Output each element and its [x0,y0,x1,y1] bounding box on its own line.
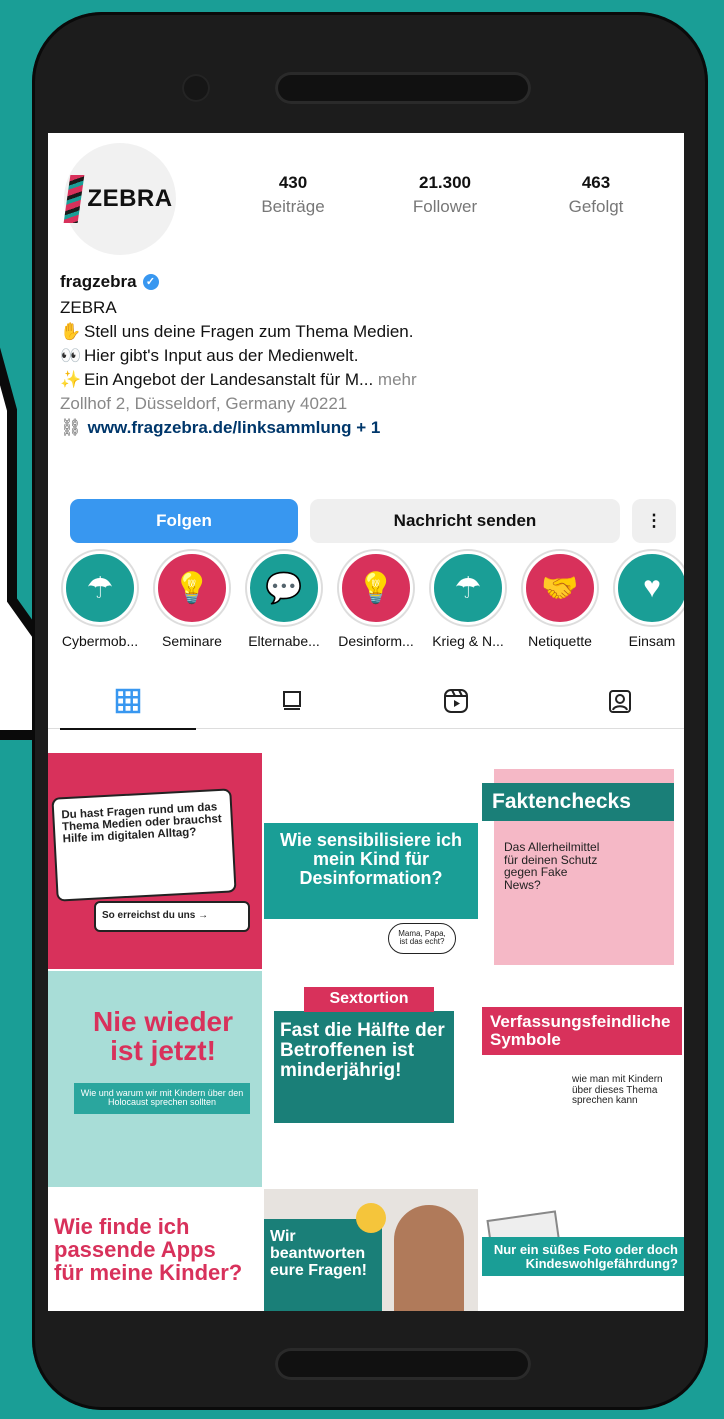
tab-feed[interactable] [274,683,310,719]
post-4-subtitle: Wie und warum wir mit Kindern über den H… [74,1083,250,1114]
post-2-title: Wie sensibilisiere ich mein Kind für Des… [280,830,462,888]
highlight-label: Cybermob... [61,633,139,649]
avatar[interactable]: ZEBRA [64,143,176,255]
post-4-title: Nie wieder ist jetzt! [92,1006,234,1067]
post-5-subtitle: Fast die Hälfte der Betroffenen ist mind… [280,1020,445,1081]
home-button[interactable] [275,1348,531,1380]
stat-posts[interactable]: 430 Beiträge [223,173,363,217]
profile-action-buttons: Folgen Nachricht senden ⋮ [70,499,676,543]
post-5-title: Sextortion [304,987,434,1012]
post-3-title: Faktenchecks [482,783,674,822]
bio-line-1-text: Stell uns deine Fragen zum Thema Medien. [84,322,414,341]
handshake-icon: 🤝 [523,551,597,625]
profile-bio: fragzebra ✓ ZEBRA ✋ Stell uns deine Frage… [60,271,670,441]
avatar-logo-text: ZEBRA [87,185,173,212]
profile-link[interactable]: ⛓ www.fragzebra.de/linksammlung + 1 [60,417,670,439]
stat-posts-label: Beiträge [261,197,325,216]
highlight-label: Desinform... [338,633,414,649]
posts-grid: Du hast Fragen rund um das Thema Medien … [48,753,684,1311]
post-3[interactable]: Faktenchecks Das Allerheilmittel für dei… [480,753,684,969]
post-9[interactable]: Nur ein süßes Foto oder doch Kindeswohlg… [480,1189,684,1311]
stat-followers-label: Follower [412,197,478,216]
bio-line-2-text: Hier gibt's Input aus der Medienwelt. [84,346,359,365]
highlight-seminare[interactable]: 💡 Seminare [146,551,238,649]
zebra-logo-icon [64,175,85,223]
feed-icon [283,691,301,710]
sparkle-icon: ✨ [60,370,82,389]
post-3-subtitle: Das Allerheilmittel für deinen Schutz ge… [504,840,600,892]
link-icon: ⛓ [60,418,82,437]
earpiece-speaker [275,72,531,104]
stat-followers-value: 21.300 [419,173,471,192]
grid-icon [115,688,141,714]
post-6-subtitle: wie man mit Kindern über dieses Thema sp… [572,1074,663,1106]
highlight-label: Netiquette [528,633,592,649]
post-8[interactable]: Wir beantworten eure Fragen! [264,1189,478,1311]
stat-following-value: 463 [581,173,611,192]
bio-line-1: ✋ Stell uns deine Fragen zum Thema Medien… [60,321,670,343]
post-4[interactable]: Nie wieder ist jetzt! Wie und warum wir … [48,971,262,1187]
post-2-subtitle: Mama, Papa, ist das echt? [388,923,456,954]
tab-reels[interactable] [438,683,474,719]
reels-icon [444,689,468,713]
highlight-krieg[interactable]: ☂ Krieg & N... [422,551,514,649]
highlight-label: Seminare [162,633,222,649]
front-camera [182,74,210,102]
post-9-title: Nur ein süßes Foto oder doch Kindeswohlg… [482,1237,684,1277]
send-message-button[interactable]: Nachricht senden [310,499,620,543]
highlight-desinformation[interactable]: 💡 Desinform... [330,551,422,649]
raised-hand-icon: ✋ [60,322,82,341]
profile-tabs [48,673,684,730]
post-6[interactable]: Verfassungsfeindliche Symbole wie man mi… [480,971,684,1187]
highlight-elternabend[interactable]: 💬 Elternabe... [238,551,330,649]
post-5[interactable]: Sextortion Fast die Hälfte der Betroffen… [264,971,478,1187]
bio-line-3-text: Ein Angebot der Landesanstalt für M... [84,370,374,389]
username-row: fragzebra ✓ [60,271,670,293]
stat-followers[interactable]: 21.300 Follower [375,173,515,217]
tagged-person-icon [609,690,631,713]
story-highlights: ☂ Cybermob... 💡 Seminare 💬 Elternabe... … [48,551,684,661]
highlight-cybermobbing[interactable]: ☂ Cybermob... [54,551,146,649]
post-8-title: Wir beantworten eure Fragen! [270,1228,367,1279]
tab-grid[interactable] [60,683,196,730]
lightbulb-icon: 💡 [155,551,229,625]
stat-posts-value: 430 [278,173,308,192]
post-7-title: Wie finde ich passende Apps für meine Ki… [54,1214,243,1286]
tab-tagged[interactable] [602,683,638,719]
heart-icon: ♥ [615,551,684,625]
eyes-icon: 👀 [60,346,82,365]
stat-following-label: Gefolgt [568,197,624,216]
follow-button[interactable]: Folgen [70,499,298,543]
lightbulb-icon: 💡 [339,551,413,625]
post-7[interactable]: Wie finde ich passende Apps für meine Ki… [48,1189,262,1311]
verified-badge-icon: ✓ [142,274,159,290]
post-6-title: Verfassungsfeindliche Symbole [482,1007,682,1055]
post-2[interactable]: Wie sensibilisiere ich mein Kind für Des… [264,753,478,969]
profile-link-text[interactable]: www.fragzebra.de/linksammlung + 1 [88,417,381,439]
bio-line-3: ✨ Ein Angebot der Landesanstalt für M... … [60,369,670,391]
highlight-netiquette[interactable]: 🤝 Netiquette [514,551,606,649]
stat-following[interactable]: 463 Gefolgt [526,173,666,217]
username: fragzebra [60,272,137,291]
highlight-label: Krieg & N... [432,633,504,649]
bio-more-link[interactable]: mehr [378,370,417,389]
post-1[interactable]: Du hast Fragen rund um das Thema Medien … [48,753,262,969]
cloud-rain-icon: ☂ [63,551,137,625]
highlight-label: Elternabe... [248,633,320,649]
instagram-profile-screen: ZEBRA 430 Beiträge 21.300 Follower 463 G… [48,133,684,1311]
speech-bubble-icon: 💬 [247,551,321,625]
bio-line-2: 👀 Hier gibt's Input aus der Medienwelt. [60,345,670,367]
more-options-button[interactable]: ⋮ [632,499,676,543]
cloud-rain-icon: ☂ [431,551,505,625]
profile-address[interactable]: Zollhof 2, Düsseldorf, Germany 40221 [60,393,670,415]
highlight-einsam[interactable]: ♥ Einsam [606,551,684,649]
display-name: ZEBRA [60,298,117,317]
highlight-label: Einsam [628,633,676,649]
post-1-subtitle: So erreichst du uns → [94,901,250,932]
